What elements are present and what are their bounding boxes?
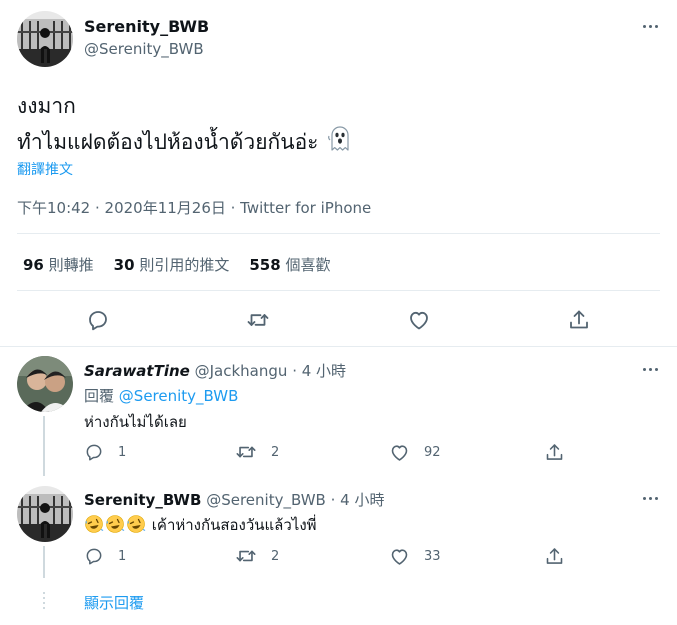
like-button[interactable] (399, 300, 439, 340)
like-icon (389, 442, 410, 463)
tweet-text-line1: งงมาก (17, 94, 76, 118)
retweet-button[interactable]: 2 (235, 440, 279, 464)
thread-line (43, 546, 45, 578)
share-button[interactable] (544, 440, 565, 464)
rolling-on-floor-laughing-emoji-icon (105, 514, 125, 534)
tweet-timestamp[interactable]: 下午10:42 · 2020年11月26日 · Twitter for iPho… (17, 197, 371, 218)
quotes-stat[interactable]: 30 則引用的推文 (114, 254, 230, 275)
divider (17, 290, 660, 291)
retweet-icon (246, 308, 270, 332)
avatar[interactable] (17, 11, 73, 67)
quotes-label: 則引用的推文 (139, 256, 230, 274)
reply-action-bar: 1 2 33 (84, 544, 644, 568)
more-options-icon[interactable] (638, 361, 662, 377)
rolling-on-floor-laughing-emoji-icon (126, 514, 146, 534)
like-count: 92 (424, 444, 441, 460)
likes-label: 個喜歡 (285, 256, 331, 274)
reply-text: ห่างกันไม่ได้เลย (84, 413, 187, 431)
reply-time[interactable]: · 4 小時 (331, 491, 385, 509)
display-name[interactable]: SarawatTine (84, 362, 190, 380)
reply-time[interactable]: · 4 小時 (292, 362, 346, 380)
retweet-count: 2 (271, 548, 280, 564)
user-handle[interactable]: @Serenity_BWB (84, 40, 204, 58)
like-icon (407, 308, 431, 332)
reply-text-body: เค้าห่างกันสองวันแล้วไงพี่ (151, 516, 317, 534)
quotes-count: 30 (113, 256, 135, 274)
rolling-on-floor-laughing-emoji-icon (84, 514, 104, 534)
likes-count: 558 (249, 256, 281, 274)
like-icon (389, 546, 410, 567)
reply-button[interactable]: 1 (84, 544, 126, 568)
replying-label: 回覆 (84, 387, 115, 405)
like-button[interactable]: 92 (389, 440, 441, 464)
replying-to: 回覆 @Serenity_BWB (84, 385, 238, 406)
likes-stat[interactable]: 558 個喜歡 (249, 254, 330, 275)
retweet-icon (235, 545, 257, 567)
avatar-image (17, 11, 73, 67)
retweet-count: 2 (271, 444, 280, 460)
more-options-icon[interactable] (638, 18, 662, 34)
tweet-text-line2: ทำไมแฝดต้องไปห้องน้ำด้วยกันอ่ะ (17, 130, 319, 154)
more-options-icon[interactable] (638, 490, 662, 506)
like-count: 33 (424, 548, 441, 564)
tweet-text: งงมาก ทำไมแฝดต้องไปห้องน้ำด้วยกันอ่ะ (17, 91, 356, 163)
display-name[interactable]: Serenity_BWB (84, 491, 201, 509)
like-button[interactable]: 33 (389, 544, 441, 568)
reply-button[interactable] (78, 300, 118, 340)
reply-count: 1 (118, 548, 127, 564)
avatar-image (17, 486, 73, 542)
retweets-count: 96 (23, 256, 44, 274)
reply-header: SarawatTine @Jackhangu · 4 小時 (84, 360, 346, 381)
reply-tweet[interactable]: SarawatTine @Jackhangu · 4 小時 回覆 @Sereni… (0, 347, 677, 476)
retweets-label: 則轉推 (48, 256, 94, 274)
main-tweet: Serenity_BWB @Serenity_BWB งงมาก ทำไมแฝด… (0, 0, 677, 346)
reply-header: Serenity_BWB @Serenity_BWB · 4 小時 (84, 489, 384, 510)
reply-icon (86, 308, 110, 332)
ghost-emoji-icon (324, 122, 356, 163)
display-name[interactable]: Serenity_BWB (84, 17, 209, 36)
user-handle[interactable]: @Jackhangu (195, 362, 288, 380)
reply-action-bar: 1 2 92 (84, 440, 644, 464)
reply-icon (84, 442, 104, 462)
reply-icon (84, 546, 104, 566)
reply-button[interactable]: 1 (84, 440, 126, 464)
tweet-action-bar (0, 300, 677, 340)
retweet-icon (235, 441, 257, 463)
replying-to-handle-link[interactable]: @Serenity_BWB (119, 387, 239, 405)
share-button[interactable] (544, 544, 565, 568)
share-icon (544, 546, 565, 567)
share-icon (544, 442, 565, 463)
share-icon (567, 308, 591, 332)
retweets-stat[interactable]: 96 則轉推 (23, 254, 94, 275)
avatar-image (17, 356, 73, 412)
reply-count: 1 (118, 444, 127, 460)
user-handle[interactable]: @Serenity_BWB (206, 491, 326, 509)
retweet-button[interactable] (238, 300, 278, 340)
retweet-button[interactable]: 2 (235, 544, 279, 568)
share-button[interactable] (559, 300, 599, 340)
avatar[interactable] (17, 356, 73, 412)
avatar[interactable] (17, 486, 73, 542)
thread-line (43, 416, 45, 476)
tweet-stats: 96 則轉推 30 則引用的推文 558 個喜歡 (23, 254, 330, 275)
show-replies-link[interactable]: 顯示回覆 (84, 592, 144, 613)
translate-tweet-link[interactable]: 翻譯推文 (17, 159, 73, 179)
thread-dots (43, 592, 45, 610)
reply-tweet[interactable]: Serenity_BWB @Serenity_BWB · 4 小時 เค้าห่… (0, 476, 677, 586)
divider (17, 233, 660, 234)
reply-text: เค้าห่างกันสองวันแล้วไงพี่ (84, 513, 317, 537)
